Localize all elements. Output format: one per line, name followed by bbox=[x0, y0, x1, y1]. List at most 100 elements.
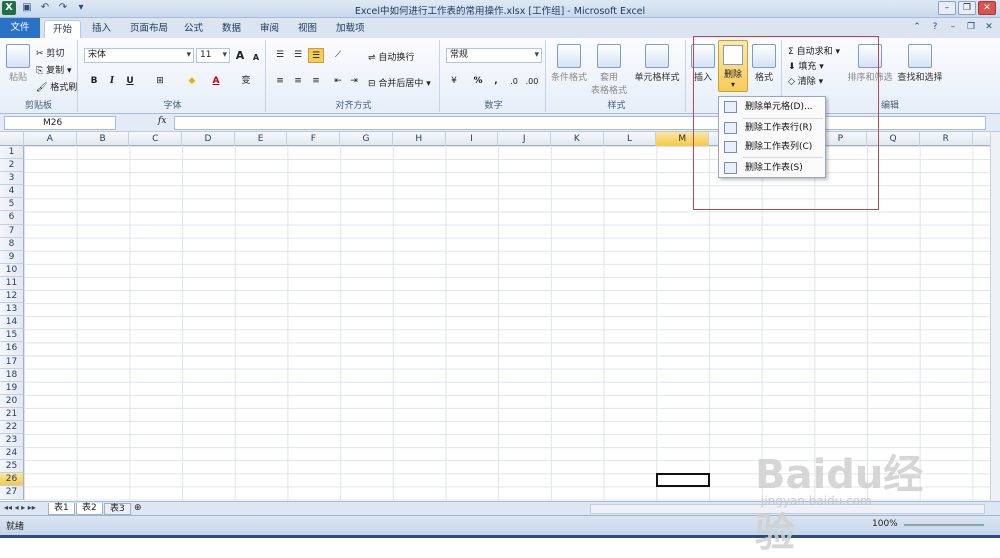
currency-icon[interactable]: ¥ bbox=[446, 74, 462, 89]
row-header[interactable]: 20 bbox=[0, 394, 24, 408]
row-header[interactable]: 19 bbox=[0, 381, 24, 395]
name-box[interactable]: M26 bbox=[4, 116, 116, 130]
row-header[interactable]: 23 bbox=[0, 434, 24, 448]
row-header[interactable]: 11 bbox=[0, 276, 24, 291]
comma-button[interactable]: , bbox=[488, 74, 504, 89]
sheet-nav-icon[interactable]: ◂◂ ◂ ▸ ▸▸ bbox=[4, 503, 36, 512]
row-header[interactable]: 6 bbox=[0, 211, 24, 225]
align-center-icon[interactable]: ≡ bbox=[290, 74, 306, 89]
tab-data[interactable]: 数据 bbox=[214, 20, 249, 38]
tab-view[interactable]: 视图 bbox=[290, 20, 325, 38]
tab-insert[interactable]: 插入 bbox=[84, 20, 119, 38]
copy-button[interactable]: ⎘ 复制 ▾ bbox=[36, 63, 71, 76]
row-header[interactable]: 14 bbox=[0, 316, 24, 330]
minimize-icon[interactable]: – bbox=[938, 1, 956, 15]
column-header[interactable]: L bbox=[604, 132, 657, 146]
tab-add-ins[interactable]: 加载项 bbox=[328, 20, 373, 38]
align-left-icon[interactable]: ≡ bbox=[272, 74, 288, 89]
row-header[interactable]: 2 bbox=[0, 159, 24, 173]
row-header[interactable]: 26 bbox=[0, 473, 24, 487]
column-header[interactable]: B bbox=[77, 132, 130, 146]
fill-color-icon[interactable]: ◆ bbox=[184, 74, 200, 89]
conditional-format-button[interactable]: 条件格式 bbox=[550, 44, 588, 83]
sheet-tab-1[interactable]: 表1 bbox=[48, 503, 75, 515]
row-header[interactable]: 25 bbox=[0, 460, 24, 474]
wrap-text-button[interactable]: ⇌ 自动换行 bbox=[368, 50, 414, 63]
row-header[interactable]: 21 bbox=[0, 407, 24, 421]
tab-page-layout[interactable]: 页面布局 bbox=[122, 20, 176, 38]
row-header[interactable]: 18 bbox=[0, 368, 24, 382]
format-painter-button[interactable]: 🖌 格式刷 bbox=[36, 80, 77, 93]
shrink-font-button[interactable]: A bbox=[248, 50, 264, 65]
row-header[interactable]: 27 bbox=[0, 486, 24, 500]
row-header[interactable]: 12 bbox=[0, 290, 24, 304]
font-color-button[interactable]: A bbox=[208, 74, 224, 89]
underline-button[interactable]: U bbox=[122, 74, 138, 89]
decrease-indent-icon[interactable]: ⇤ bbox=[330, 74, 346, 89]
font-size-select[interactable]: 11 bbox=[196, 48, 230, 63]
row-header[interactable]: 15 bbox=[0, 329, 24, 343]
paste-button[interactable]: 粘贴 bbox=[4, 44, 32, 83]
column-header[interactable]: I bbox=[446, 132, 499, 146]
increase-indent-icon[interactable]: ⇥ bbox=[346, 74, 362, 89]
row-header[interactable]: 22 bbox=[0, 420, 24, 435]
vertical-scrollbar[interactable] bbox=[990, 132, 1000, 501]
increase-decimal-icon[interactable]: .0 bbox=[506, 74, 522, 89]
align-bottom-icon[interactable]: ☰ bbox=[308, 48, 324, 63]
cell-styles-button[interactable]: 单元格样式 bbox=[632, 44, 682, 83]
percent-button[interactable]: % bbox=[470, 74, 486, 89]
insert-function-icon[interactable]: fx bbox=[158, 116, 166, 126]
column-header[interactable]: D bbox=[182, 132, 235, 146]
align-right-icon[interactable]: ≡ bbox=[308, 74, 324, 89]
close-icon[interactable]: ✕ bbox=[978, 1, 996, 15]
sheet-tab-2[interactable]: 表2 bbox=[76, 503, 103, 515]
tab-home[interactable]: 开始 bbox=[44, 20, 82, 38]
decrease-decimal-icon[interactable]: .00 bbox=[524, 74, 540, 89]
column-header[interactable]: E bbox=[235, 132, 288, 146]
merge-center-button[interactable]: ⊟ 合并后居中 ▾ bbox=[368, 76, 431, 89]
sheet-tab-3[interactable]: 表3 bbox=[104, 503, 131, 515]
workbook-minimize-icon[interactable]: – bbox=[946, 20, 960, 34]
borders-icon[interactable]: ⊞ bbox=[152, 74, 168, 89]
row-header[interactable]: 4 bbox=[0, 185, 24, 199]
restore-icon[interactable]: ❐ bbox=[958, 1, 976, 15]
column-header[interactable]: K bbox=[551, 132, 604, 146]
column-header[interactable]: A bbox=[24, 132, 77, 146]
row-header[interactable]: 24 bbox=[0, 447, 24, 461]
row-header[interactable]: 10 bbox=[0, 263, 24, 277]
bold-button[interactable]: B bbox=[86, 74, 102, 89]
workbook-restore-icon[interactable]: ❐ bbox=[964, 20, 978, 34]
selected-cell[interactable] bbox=[656, 473, 710, 487]
align-top-icon[interactable]: ☰ bbox=[272, 48, 288, 63]
column-header[interactable]: F bbox=[288, 132, 341, 146]
column-header[interactable]: H bbox=[393, 132, 446, 146]
number-format-select[interactable]: 常规 bbox=[446, 48, 542, 63]
column-header[interactable]: G bbox=[340, 132, 393, 146]
column-header[interactable]: J bbox=[498, 132, 551, 146]
tab-file[interactable]: 文件 bbox=[0, 18, 40, 38]
grow-font-button[interactable]: A bbox=[232, 48, 248, 63]
orientation-icon[interactable]: ⟋ bbox=[330, 48, 346, 63]
tab-formulas[interactable]: 公式 bbox=[176, 20, 211, 38]
select-all-corner[interactable] bbox=[0, 132, 24, 146]
workbook-close-icon[interactable]: ✕ bbox=[982, 20, 996, 34]
tab-review[interactable]: 审阅 bbox=[252, 20, 287, 38]
row-header[interactable]: 17 bbox=[0, 355, 24, 369]
row-header[interactable]: 16 bbox=[0, 342, 24, 356]
italic-button[interactable]: I bbox=[104, 74, 120, 89]
find-select-button[interactable]: 查找和选择 bbox=[896, 44, 944, 83]
font-name-select[interactable]: 宋体 bbox=[84, 48, 194, 63]
row-header[interactable]: 3 bbox=[0, 172, 24, 186]
help-icon[interactable]: ? bbox=[928, 20, 942, 34]
new-sheet-icon[interactable]: ⊕ bbox=[134, 503, 142, 513]
row-header[interactable]: 13 bbox=[0, 303, 24, 317]
row-header[interactable]: 1 bbox=[0, 146, 24, 160]
row-header[interactable]: 9 bbox=[0, 250, 24, 264]
row-header[interactable]: 7 bbox=[0, 224, 24, 238]
row-header[interactable]: 8 bbox=[0, 237, 24, 251]
align-middle-icon[interactable]: ☰ bbox=[290, 48, 306, 63]
minimize-ribbon-icon[interactable]: ⌃ bbox=[910, 20, 924, 34]
column-header[interactable]: R bbox=[920, 132, 973, 146]
cut-button[interactable]: ✂ 剪切 bbox=[36, 46, 64, 59]
column-header[interactable]: C bbox=[129, 132, 183, 146]
